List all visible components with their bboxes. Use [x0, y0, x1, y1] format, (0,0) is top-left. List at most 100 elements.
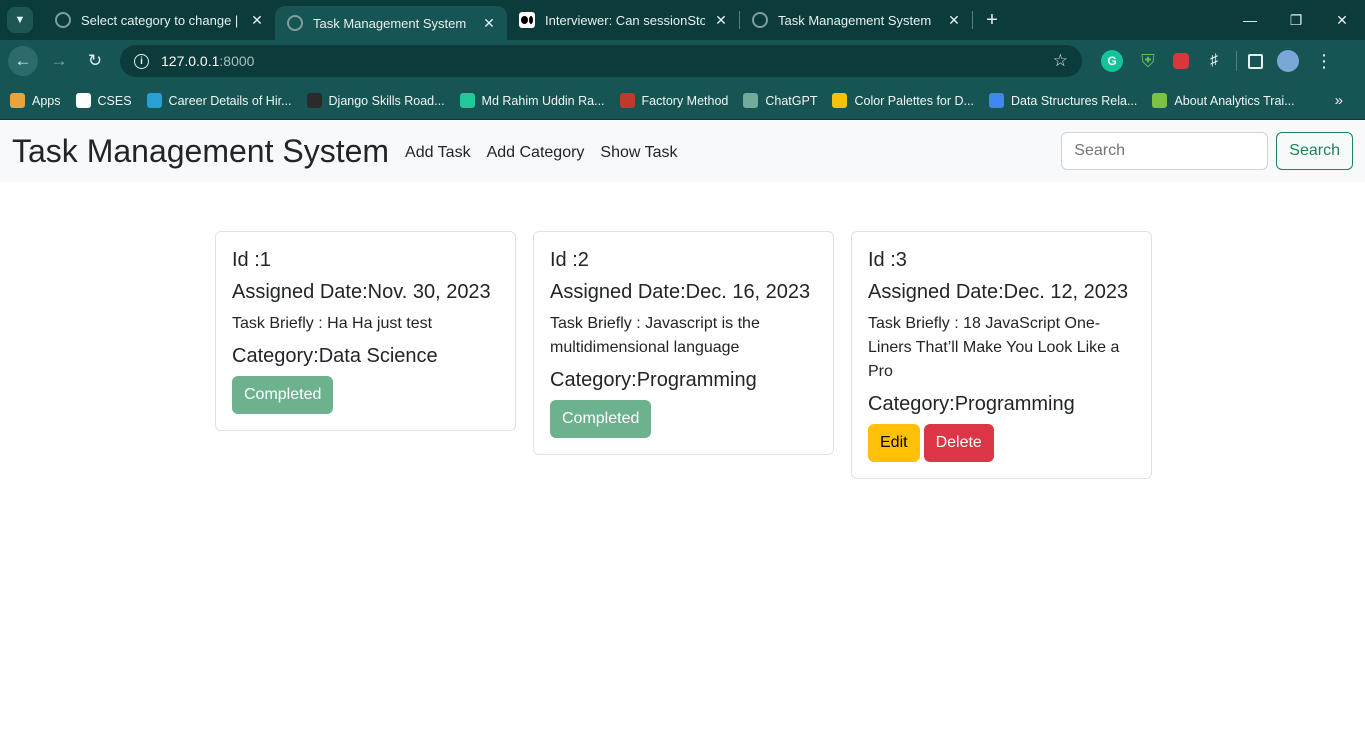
chevron-down-icon: ▼ — [14, 14, 26, 26]
shield-icon[interactable]: ⛨ — [1137, 50, 1159, 72]
task-category: Category:Data Science — [232, 345, 438, 367]
back-button[interactable]: ← — [8, 46, 38, 76]
reload-button[interactable]: ↻ — [80, 46, 110, 76]
site-navbar: Task Management System Add Task Add Cate… — [0, 120, 1365, 182]
extensions-puzzle-icon[interactable]: ♯ — [1203, 50, 1225, 72]
address-bar[interactable]: i 127.0.0.1:8000 ☆ — [120, 45, 1082, 77]
task-card: Id :2 Assigned Date:Dec. 16, 2023 Task B… — [533, 231, 834, 455]
profile-avatar[interactable] — [1277, 50, 1299, 72]
bookmark-star-icon[interactable]: ☆ — [1053, 51, 1068, 71]
task-card: Id :1 Assigned Date:Nov. 30, 2023 Task B… — [215, 231, 516, 431]
bookmark-item[interactable]: CSES — [75, 93, 132, 108]
arrow-right-icon: → — [50, 51, 68, 70]
task-assigned-date: Assigned Date:Nov. 30, 2023 — [232, 281, 491, 303]
apps-grid-icon — [10, 93, 25, 108]
window-controls: — ❐ ✕ — [1227, 0, 1365, 40]
search-button[interactable]: Search — [1276, 132, 1353, 170]
task-category: Category:Programming — [868, 393, 1075, 415]
toolbar-divider — [1236, 51, 1237, 71]
task-assigned-date: Assigned Date:Dec. 16, 2023 — [550, 281, 811, 303]
bookmark-item[interactable]: About Analytics Trai... — [1152, 93, 1295, 108]
cses-icon — [75, 93, 91, 108]
medium-icon — [519, 12, 535, 28]
forward-button[interactable]: → — [44, 46, 74, 76]
browser-toolbar: ← → ↻ i 127.0.0.1:8000 ☆ G ⛨ ♯ ⋮ — [0, 40, 1365, 82]
nav-add-task[interactable]: Add Task — [405, 140, 471, 162]
task-id: Id :2 — [550, 249, 589, 271]
search-form: Search — [1061, 132, 1353, 170]
restore-button[interactable]: ❐ — [1273, 0, 1319, 40]
tab-title: Interviewer: Can sessionStorage — [545, 12, 705, 28]
bookmark-label: Career Details of Hir... — [168, 93, 292, 108]
globe-icon — [287, 15, 303, 31]
new-tab-button[interactable]: + — [977, 9, 1007, 32]
tab-title: Task Management System — [778, 12, 932, 28]
chatgpt-icon — [743, 93, 759, 108]
task-card-list: Id :1 Assigned Date:Nov. 30, 2023 Task B… — [215, 231, 1169, 479]
extension-red-icon[interactable] — [1173, 53, 1189, 69]
bookmark-item[interactable]: ChatGPT — [743, 93, 817, 108]
extensions-area: G ⛨ ♯ ⋮ — [1094, 50, 1342, 72]
url-host: 127.0.0.1 — [161, 53, 220, 69]
bookmark-item[interactable]: Career Details of Hir... — [146, 93, 292, 108]
site-info-icon[interactable]: i — [134, 53, 149, 69]
delete-button[interactable]: Delete — [923, 424, 994, 462]
side-panel-icon[interactable] — [1248, 53, 1263, 69]
more-bookmarks-icon[interactable]: » — [1335, 92, 1343, 109]
reload-icon: ↻ — [87, 51, 103, 70]
browser-tab-1[interactable]: Select category to change | Djan ✕ — [43, 0, 275, 40]
close-icon[interactable]: ✕ — [249, 12, 265, 29]
edit-button[interactable]: Edit — [868, 424, 920, 462]
completed-button[interactable]: Completed — [232, 376, 334, 414]
restore-icon: ❐ — [1289, 11, 1303, 28]
close-window-button[interactable]: ✕ — [1319, 0, 1365, 40]
bookmark-label: Django Skills Road... — [328, 93, 445, 108]
browser-tab-3[interactable]: Interviewer: Can sessionStorage ✕ — [507, 0, 739, 40]
grammarly-icon[interactable]: G — [1101, 50, 1123, 72]
bookmark-label: Data Structures Rela... — [1010, 93, 1138, 108]
bookmark-item[interactable]: Django Skills Road... — [306, 93, 445, 108]
minimize-icon: — — [1243, 12, 1257, 28]
search-input[interactable] — [1061, 132, 1269, 170]
arrow-left-icon: ← — [14, 51, 32, 70]
bookmark-label: Color Palettes for D... — [854, 93, 974, 108]
close-icon[interactable]: ✕ — [713, 12, 729, 29]
minimize-button[interactable]: — — [1227, 0, 1273, 40]
browser-tab-2[interactable]: Task Management System ✕ — [275, 6, 507, 40]
task-card: Id :3 Assigned Date:Dec. 12, 2023 Task B… — [851, 231, 1152, 479]
bookmark-label: CSES — [97, 93, 132, 108]
bookmark-label: Factory Method — [641, 93, 729, 108]
task-id: Id :3 — [868, 249, 907, 271]
bookmark-label: Apps — [32, 93, 61, 108]
browser-tab-4[interactable]: Task Management System ✕ — [740, 0, 972, 40]
task-brief: Task Briefly : Ha Ha just test — [232, 315, 433, 332]
profile-icon — [459, 93, 475, 108]
tab-title: Task Management System — [313, 15, 467, 31]
career-icon — [146, 93, 162, 108]
bookmarks-bar: Apps CSES Career Details of Hir... Django S… — [0, 82, 1365, 120]
globe-icon — [752, 12, 768, 28]
bookmark-item[interactable]: Apps — [10, 93, 61, 108]
bookmark-item[interactable]: Factory Method — [619, 93, 729, 108]
task-brief: Task Briefly : 18 JavaScript One-Liners … — [868, 315, 1120, 380]
docs-icon — [988, 93, 1004, 108]
close-icon[interactable]: ✕ — [946, 12, 962, 29]
completed-button[interactable]: Completed — [550, 400, 652, 438]
task-brief: Task Briefly : Javascript is the multidi… — [550, 315, 760, 356]
nav-add-category[interactable]: Add Category — [487, 140, 585, 162]
bookmark-label: Md Rahim Uddin Ra... — [481, 93, 605, 108]
raccoon-icon — [619, 93, 635, 108]
bookmark-item[interactable]: Data Structures Rela... — [988, 93, 1138, 108]
more-menu-icon[interactable]: ⋮ — [1313, 50, 1335, 72]
analytics-icon — [1152, 93, 1168, 108]
nav-show-task[interactable]: Show Task — [600, 140, 677, 162]
plus-icon: + — [986, 8, 998, 31]
bookmark-label: About Analytics Trai... — [1174, 93, 1295, 108]
close-icon[interactable]: ✕ — [481, 15, 497, 32]
roadmap-icon — [306, 93, 322, 108]
site-brand[interactable]: Task Management System — [12, 133, 389, 170]
bookmark-item[interactable]: Md Rahim Uddin Ra... — [459, 93, 605, 108]
tab-search-button[interactable]: ▼ — [7, 7, 33, 33]
bookmark-item[interactable]: Color Palettes for D... — [832, 93, 974, 108]
url-port: :8000 — [219, 53, 255, 69]
